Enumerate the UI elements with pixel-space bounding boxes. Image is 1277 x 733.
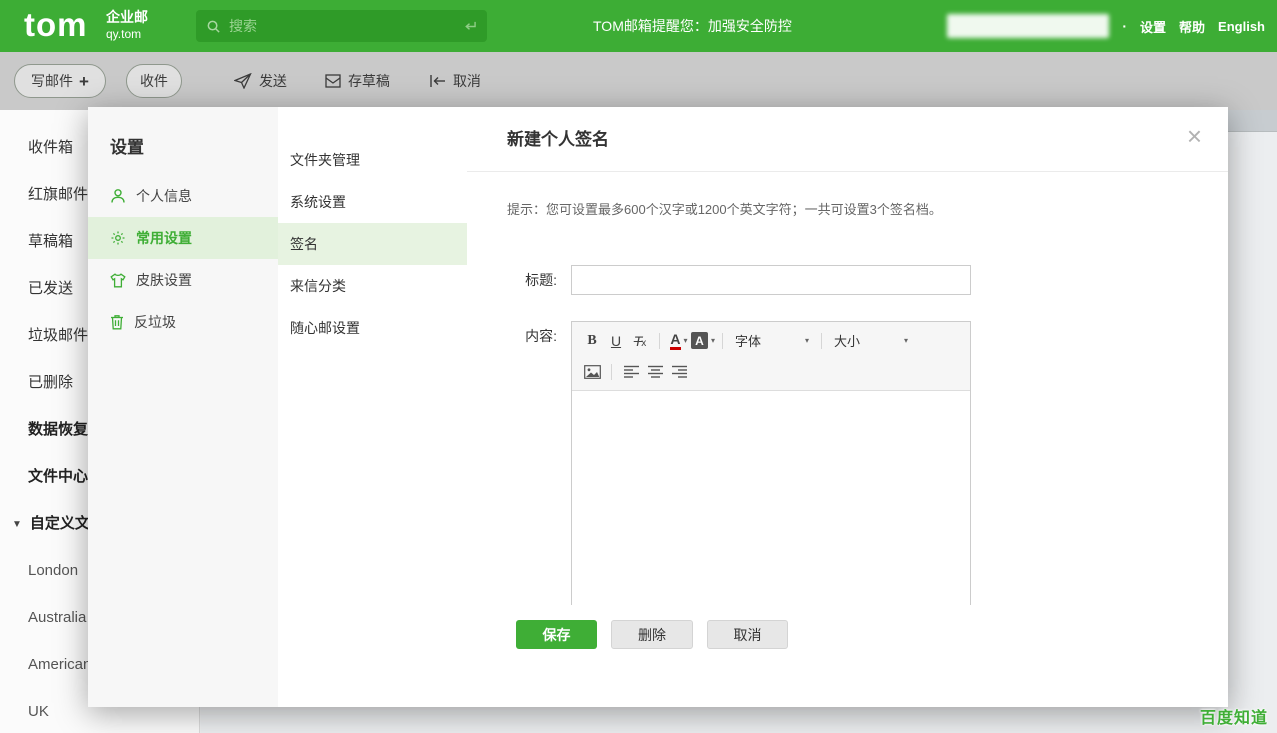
font-size-select[interactable]: 大小 ▾ <box>829 329 913 353</box>
pane-header: 新建个人签名 × <box>467 107 1228 172</box>
page-title: 新建个人签名 <box>507 107 609 172</box>
compose-label: 写邮件 <box>31 71 73 91</box>
settings-nav-skin[interactable]: 皮肤设置 <box>88 259 278 301</box>
settings-subnav: 文件夹管理 系统设置 签名 来信分类 随心邮设置 <box>278 107 467 707</box>
enter-icon <box>462 20 477 33</box>
nav-label: 反垃圾 <box>134 312 176 332</box>
cancel-compose-button[interactable]: 取消 <box>429 71 481 91</box>
subnav-suixin-mail[interactable]: 随心邮设置 <box>278 307 467 349</box>
font-size-label: 大小 <box>834 331 860 350</box>
help-link[interactable]: 帮助 <box>1179 17 1205 36</box>
tshirt-icon <box>110 273 126 288</box>
mail-toolbar: 写邮件 + 收件 发送 存草稿 取消 <box>0 52 1277 110</box>
settings-nav-general[interactable]: 常用设置 <box>88 217 278 259</box>
bg-color-a: A <box>691 332 708 349</box>
align-left-button[interactable] <box>619 360 643 384</box>
send-button[interactable]: 发送 <box>234 71 287 91</box>
gear-icon <box>110 230 126 246</box>
brand-line2: qy.tom <box>106 27 148 42</box>
font-color-button[interactable]: A▾ <box>667 329 691 353</box>
compose-button[interactable]: 写邮件 + <box>14 64 106 98</box>
nav-label: 皮肤设置 <box>136 270 192 290</box>
cancel-icon <box>429 74 446 88</box>
chevron-down-icon: ▾ <box>805 336 809 345</box>
toolbar-separator <box>821 333 822 349</box>
draft-icon <box>325 74 341 88</box>
signature-editor: B U Tx A▾ A▾ 字体▾ 大小▾ <box>571 321 971 605</box>
toolbar-separator <box>659 333 660 349</box>
baidu-zhidao-watermark: 百度知道 <box>1200 704 1268 728</box>
settings-nav-panel: 设置 个人信息 常用设置 皮肤设置 <box>88 107 278 707</box>
plus-icon: + <box>79 73 89 90</box>
bold-button[interactable]: B <box>580 329 604 353</box>
settings-link[interactable]: 设置 <box>1140 17 1166 36</box>
account-email-redacted <box>947 14 1109 38</box>
insert-image-button[interactable] <box>580 360 604 384</box>
signature-content-area[interactable] <box>572 391 970 605</box>
toolbar-separator <box>611 364 612 380</box>
chevron-down-icon: ▼ <box>12 519 22 530</box>
trash-icon <box>110 314 124 330</box>
language-link[interactable]: English <box>1218 19 1265 34</box>
nav-label: 个人信息 <box>136 186 192 206</box>
subnav-signature[interactable]: 签名 <box>278 223 467 265</box>
chevron-down-icon: ▾ <box>711 336 715 345</box>
subnav-mail-classification[interactable]: 来信分类 <box>278 265 467 307</box>
signature-pane: 新建个人签名 × 提示：您可设置最多600个汉字或1200个英文字符；一共可设置… <box>467 107 1228 707</box>
font-family-label: 字体 <box>735 331 761 350</box>
subnav-folder-management[interactable]: 文件夹管理 <box>278 139 467 181</box>
settings-modal: 设置 个人信息 常用设置 皮肤设置 <box>88 107 1228 707</box>
font-color-a: A <box>670 332 680 350</box>
search-input[interactable] <box>229 18 462 34</box>
person-icon <box>110 188 126 204</box>
security-notice: TOM邮箱提醒您：加强安全防控 <box>593 0 792 52</box>
nav-label: 常用设置 <box>136 228 192 248</box>
receive-button[interactable]: 收件 <box>126 64 182 98</box>
chevron-down-icon: ▾ <box>684 336 688 345</box>
clear-format-button[interactable]: Tx <box>628 329 652 353</box>
separator-dot: · <box>1122 18 1127 34</box>
cancel-label: 取消 <box>453 71 481 91</box>
title-label: 标题: <box>495 265 557 295</box>
editor-toolbar: B U Tx A▾ A▾ 字体▾ 大小▾ <box>572 322 970 391</box>
send-label: 发送 <box>259 71 287 91</box>
settings-nav-antispam[interactable]: 反垃圾 <box>88 301 278 343</box>
clear-format-x: x <box>641 338 646 349</box>
font-family-select[interactable]: 字体 ▾ <box>730 329 814 353</box>
close-icon[interactable]: × <box>1187 123 1202 149</box>
align-right-button[interactable] <box>667 360 691 384</box>
underline-button[interactable]: U <box>604 329 628 353</box>
chevron-down-icon: ▾ <box>904 336 908 345</box>
save-draft-button[interactable]: 存草稿 <box>325 71 390 91</box>
content-label: 内容: <box>495 321 557 351</box>
draft-label: 存草稿 <box>348 71 390 91</box>
signature-title-input[interactable] <box>571 265 971 295</box>
toolbar-separator <box>722 333 723 349</box>
topbar-right: · 设置 帮助 English <box>947 0 1265 52</box>
send-icon <box>234 73 252 89</box>
settings-nav-profile[interactable]: 个人信息 <box>88 175 278 217</box>
align-center-button[interactable] <box>643 360 667 384</box>
delete-button[interactable]: 删除 <box>611 620 693 649</box>
topbar: tom 企业邮 qy.tom TOM邮箱提醒您：加强安全防控 · 设置 帮助 E… <box>0 0 1277 52</box>
brand-line1: 企业邮 <box>106 9 148 27</box>
brand-text: 企业邮 qy.tom <box>106 9 148 42</box>
subnav-system-settings[interactable]: 系统设置 <box>278 181 467 223</box>
save-button[interactable]: 保存 <box>516 620 597 649</box>
cancel-button[interactable]: 取消 <box>707 620 788 649</box>
settings-title: 设置 <box>110 133 278 153</box>
search-box[interactable] <box>196 10 487 42</box>
signature-hint: 提示：您可设置最多600个汉字或1200个英文字符；一共可设置3个签名档。 <box>507 199 942 218</box>
screen: tom 企业邮 qy.tom TOM邮箱提醒您：加强安全防控 · 设置 帮助 E… <box>0 0 1277 733</box>
tom-logo: tom <box>24 6 88 44</box>
bg-color-button[interactable]: A▾ <box>691 329 715 353</box>
search-icon <box>206 19 221 34</box>
